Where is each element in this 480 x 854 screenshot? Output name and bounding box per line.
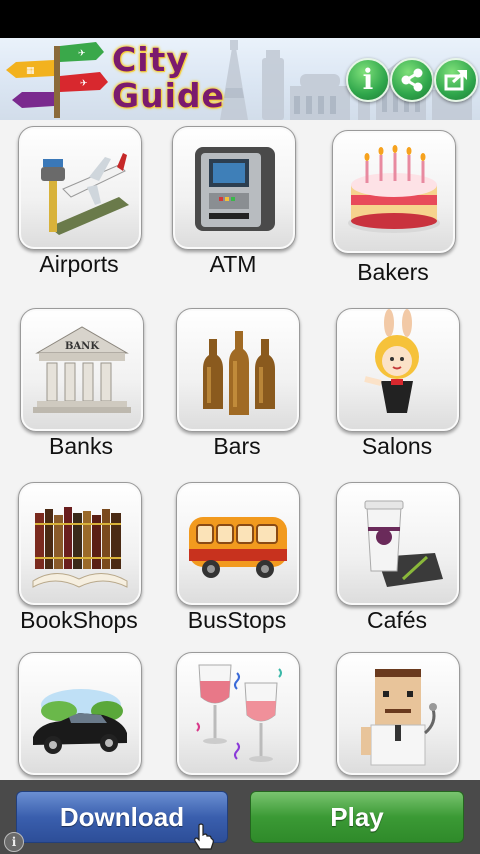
- svg-text:✈: ✈: [80, 79, 88, 89]
- share-button[interactable]: [390, 58, 434, 102]
- bank-icon: BANK: [33, 326, 131, 413]
- cake-icon: [348, 145, 440, 233]
- category-doctors[interactable]: [322, 646, 472, 780]
- category-label: Banks: [49, 433, 113, 459]
- ad-banner: Download Play: [0, 780, 480, 854]
- category-cafes[interactable]: Cafés: [322, 476, 472, 646]
- info-icon: i: [362, 63, 374, 96]
- category-atm[interactable]: ATM: [158, 120, 308, 290]
- category-label: Bakers: [357, 259, 429, 285]
- beer-bottles-icon: [203, 331, 275, 415]
- category-label: BusStops: [187, 607, 287, 633]
- category-tile[interactable]: [176, 482, 300, 606]
- airport-icon: [41, 153, 129, 235]
- category-tile[interactable]: [336, 652, 460, 776]
- books-icon: [32, 507, 128, 588]
- category-bookshops[interactable]: BookShops: [4, 476, 154, 646]
- app-title-line2: Guide: [112, 76, 225, 115]
- hand-cursor-icon: [194, 823, 214, 850]
- category-grid: Airports ATM Bakers BANK Banks Bars Salo…: [0, 120, 480, 780]
- category-label: Bars: [213, 433, 261, 459]
- status-bar: [0, 0, 480, 38]
- category-bars[interactable]: Bars: [162, 302, 312, 472]
- export-icon: [444, 70, 467, 91]
- svg-text:✈: ✈: [78, 49, 86, 59]
- category-label: Cafés: [366, 607, 428, 633]
- category-bakers[interactable]: Bakers: [318, 120, 468, 290]
- category-banks[interactable]: BANK Banks: [6, 302, 156, 472]
- category-airports[interactable]: Airports: [4, 120, 154, 290]
- coffee-cup-icon: [364, 500, 443, 587]
- signpost-logo: ✈ ▦ ✈: [6, 42, 108, 118]
- car-icon: [33, 689, 127, 754]
- wine-glasses-icon: [196, 664, 282, 762]
- category-tile[interactable]: [18, 652, 142, 776]
- salon-girl-icon: [364, 309, 419, 413]
- info-button[interactable]: i: [346, 58, 390, 102]
- category-tile[interactable]: [332, 130, 456, 254]
- bus-icon: [189, 517, 287, 578]
- ad-info-icon[interactable]: i: [4, 832, 24, 852]
- category-label: BookShops: [20, 607, 138, 633]
- category-car-rental[interactable]: [4, 646, 154, 780]
- category-party[interactable]: [162, 646, 312, 780]
- share-icon: [401, 68, 423, 92]
- category-tile[interactable]: [172, 126, 296, 250]
- category-salons[interactable]: Salons: [322, 302, 472, 472]
- export-button[interactable]: [434, 58, 478, 102]
- category-tile[interactable]: [18, 482, 142, 606]
- category-busstops[interactable]: BusStops: [162, 476, 312, 646]
- atm-icon: [195, 147, 275, 231]
- category-tile[interactable]: BANK: [20, 308, 144, 432]
- category-label: Airports: [39, 251, 119, 277]
- app-title: City Guide: [112, 42, 252, 114]
- category-tile[interactable]: [18, 126, 142, 250]
- category-label: Salons: [361, 433, 433, 459]
- category-tile[interactable]: [176, 652, 300, 776]
- app-header: ✈ ▦ ✈ City Guide i: [0, 38, 480, 120]
- category-label: ATM: [209, 251, 257, 277]
- doctor-icon: [361, 669, 437, 766]
- category-tile[interactable]: [176, 308, 300, 432]
- svg-text:BANK: BANK: [65, 341, 99, 352]
- svg-text:▦: ▦: [26, 66, 35, 76]
- play-button[interactable]: Play: [250, 791, 464, 843]
- app-title-line1: City: [112, 40, 189, 79]
- category-tile[interactable]: [336, 308, 460, 432]
- category-tile[interactable]: [336, 482, 460, 606]
